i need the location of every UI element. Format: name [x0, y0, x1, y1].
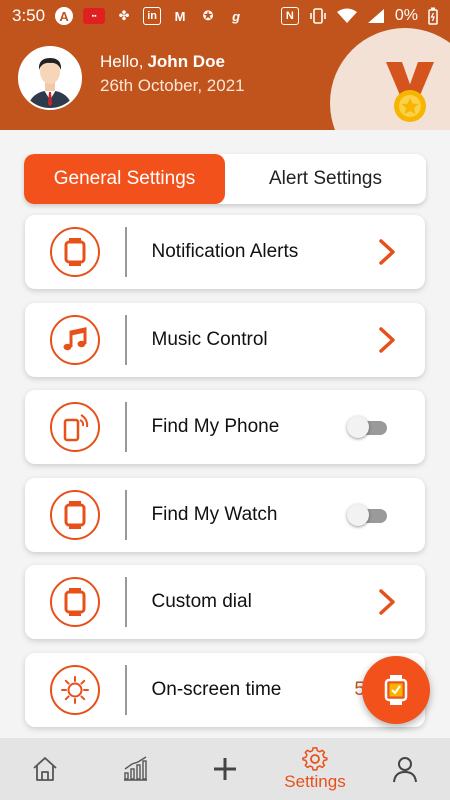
- nfc-icon: N: [280, 7, 299, 25]
- setting-label: Music Control: [151, 329, 268, 350]
- linkedin-icon: in: [143, 7, 162, 25]
- user-name: John Doe: [147, 52, 225, 71]
- notification-app-icon: ✪: [202, 8, 214, 23]
- watch-check-icon: [384, 675, 408, 705]
- gmail-icon: M: [174, 8, 186, 24]
- divider: [125, 227, 127, 277]
- setting-label: Custom dial: [151, 591, 252, 612]
- status-time: 3:50: [12, 6, 46, 25]
- notification-app-icon: ▪▪: [83, 8, 106, 24]
- nav-stats[interactable]: [90, 738, 180, 800]
- setting-label: Find My Watch: [151, 504, 278, 525]
- avatar[interactable]: [18, 46, 82, 110]
- nav-settings[interactable]: Settings: [270, 738, 360, 800]
- home-icon: [33, 757, 57, 781]
- tab-alert-settings[interactable]: Alert Settings: [225, 154, 426, 204]
- watch-icon: [50, 227, 100, 277]
- wifi-icon: [336, 8, 357, 23]
- bottom-nav: Settings: [0, 738, 450, 800]
- nav-profile[interactable]: [360, 738, 450, 800]
- find-phone-toggle[interactable]: [347, 416, 387, 438]
- divider: [125, 490, 127, 540]
- nav-home[interactable]: [0, 738, 90, 800]
- medal-icon[interactable]: [380, 60, 440, 130]
- app-header: 3:50 A ▪▪ ✤ in M ✪ g N 0% Hello, John Do…: [0, 0, 450, 130]
- battery-percent: 0%: [394, 7, 418, 24]
- nav-add[interactable]: [180, 738, 270, 800]
- divider: [125, 402, 127, 452]
- music-note-icon: [50, 315, 100, 365]
- notification-app-icon: A: [55, 7, 74, 25]
- divider: [125, 665, 127, 715]
- tab-general-settings[interactable]: General Settings: [24, 154, 225, 204]
- toggle-knob: [347, 504, 369, 526]
- battery-icon: [428, 7, 438, 25]
- chevron-right-icon: [379, 589, 395, 615]
- notification-app-icon: ✤: [118, 8, 130, 23]
- sun-icon: [50, 665, 100, 715]
- profile-icon: [393, 757, 417, 783]
- find-watch-toggle[interactable]: [347, 504, 387, 526]
- current-date: 26th October, 2021: [100, 76, 245, 95]
- setting-label: Notification Alerts: [151, 241, 299, 262]
- greeting-text: Hello,: [100, 52, 144, 71]
- setting-notification-alerts[interactable]: Notification Alerts: [25, 215, 425, 289]
- setting-custom-dial[interactable]: Custom dial: [25, 565, 425, 639]
- divider: [125, 577, 127, 627]
- chevron-right-icon: [379, 327, 395, 353]
- phone-ring-icon: [50, 402, 100, 452]
- settings-tabs: General Settings Alert Settings: [24, 154, 426, 204]
- setting-label: On-screen time: [151, 679, 282, 700]
- setting-label: Find My Phone: [151, 416, 280, 437]
- signal-icon: [367, 9, 384, 23]
- status-bar: 3:50 A ▪▪ ✤ in M ✪ g N 0%: [0, 0, 450, 32]
- setting-find-my-phone[interactable]: Find My Phone: [25, 390, 425, 464]
- greeting: Hello, John Doe: [100, 52, 225, 72]
- user-avatar-icon: [20, 48, 80, 108]
- chevron-right-icon: [379, 239, 395, 265]
- watch-sync-button[interactable]: [362, 656, 430, 724]
- vibrate-icon: [310, 8, 326, 24]
- watch-icon: [50, 577, 100, 627]
- toggle-knob: [347, 416, 369, 438]
- nav-settings-label: Settings: [284, 772, 346, 791]
- chart-icon: [124, 756, 147, 781]
- notification-app-icon: g: [232, 8, 241, 24]
- plus-icon: [214, 758, 236, 780]
- setting-music-control[interactable]: Music Control: [25, 303, 425, 377]
- watch-icon: [50, 490, 100, 540]
- gear-icon: [302, 747, 328, 771]
- setting-find-my-watch[interactable]: Find My Watch: [25, 478, 425, 552]
- divider: [125, 315, 127, 365]
